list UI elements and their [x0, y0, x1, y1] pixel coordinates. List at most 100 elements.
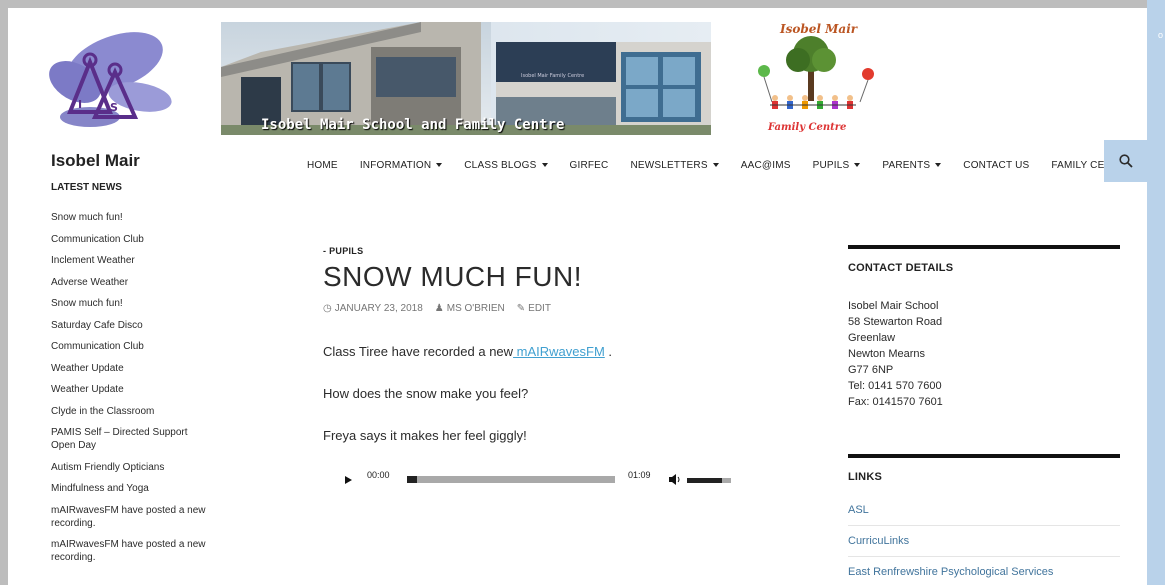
photo-caption: Isobel Mair School and Family Centre: [261, 117, 565, 133]
site-header: I S Isobel Mair Family Centre Isobel Mai…: [8, 8, 1147, 146]
chevron-down-icon: [935, 162, 942, 167]
family-centre-logo-bottom-text: Family Centre: [768, 122, 847, 133]
widget-divider: [848, 454, 1120, 458]
user-icon: ♟: [434, 303, 444, 314]
news-link[interactable]: Snow much fun!: [51, 211, 211, 224]
search-button[interactable]: [1104, 140, 1147, 182]
post-author-text: MS O'BRIEN: [446, 303, 505, 314]
school-logo[interactable]: I S: [30, 32, 180, 132]
news-link[interactable]: Communication Club: [51, 233, 211, 246]
news-link[interactable]: Clyde in the Classroom: [51, 405, 211, 418]
contact-line: Isobel Mair School: [848, 300, 939, 312]
pencil-icon: ✎: [516, 303, 526, 314]
news-link[interactable]: Weather Update: [51, 362, 211, 375]
post-category[interactable]: - PUPILS: [323, 246, 783, 256]
nav-information-label: INFORMATION: [359, 159, 432, 171]
contact-line: Greenlaw: [848, 332, 896, 344]
widget-divider: [848, 245, 1120, 249]
post-article: - PUPILS SNOW MUCH FUN! ◷ JANUARY 23, 201…: [323, 240, 783, 488]
news-link[interactable]: mAIRwavesFM have posted a new recording.: [51, 504, 211, 530]
nav-girfec[interactable]: GIRFEC: [559, 160, 620, 171]
contact-line: Fax: 0141570 7601: [848, 396, 943, 408]
post-meta: ◷ JANUARY 23, 2018 ♟ MS O'BRIEN ✎ EDIT: [323, 303, 783, 314]
nav-newsletters[interactable]: NEWSLETTERS: [619, 160, 729, 171]
post-paragraph: Class Tiree have recorded a new mAIRwave…: [323, 344, 783, 359]
latest-news-heading: LATEST NEWS: [51, 182, 122, 193]
contact-line: Tel: 0141 570 7600: [848, 380, 942, 392]
header-photo: Isobel Mair Family Centre Isobel Mair Sc…: [221, 22, 711, 135]
audio-progress-track: [407, 476, 615, 483]
chevron-down-icon: [854, 162, 861, 167]
search-icon: [1118, 154, 1133, 168]
post-date[interactable]: ◷ JANUARY 23, 2018: [323, 303, 423, 314]
nav-aac-ims-label: AAC@IMS: [740, 159, 791, 171]
links-title: LINKS: [848, 471, 882, 483]
corner-mark: o: [1157, 30, 1163, 40]
nav-aac-ims[interactable]: AAC@IMS: [730, 160, 802, 171]
nav-pupils[interactable]: PUPILS: [802, 160, 872, 171]
news-link[interactable]: Saturday Cafe Disco: [51, 319, 211, 332]
nav-pupils-label: PUPILS: [812, 159, 850, 171]
browser-page: o I S Isobel Mair Family Centre Isobel M…: [0, 0, 1165, 585]
news-link[interactable]: Snow much fun!: [51, 297, 211, 310]
audio-progress-handle: [407, 476, 417, 483]
latest-news-sidebar: LATEST NEWS Snow much fun! Communication…: [51, 182, 211, 573]
link-asl[interactable]: ASL: [848, 495, 1120, 526]
play-icon: [345, 476, 352, 484]
post-date-text: JANUARY 23, 2018: [334, 303, 423, 314]
nav-home[interactable]: HOME: [296, 160, 349, 171]
audio-player-controls[interactable]: 00:00 01:09: [323, 468, 743, 488]
nav-girfec-label: GIRFEC: [569, 159, 609, 171]
nav-contact-us[interactable]: CONTACT US: [952, 160, 1040, 171]
nav-class-blogs[interactable]: CLASS BLOGS: [453, 160, 558, 171]
nav-contact-us-label: CONTACT US: [963, 159, 1030, 171]
nav-information[interactable]: INFORMATION: [349, 160, 453, 171]
page-content: I S Isobel Mair Family Centre Isobel Mai…: [8, 8, 1147, 585]
window-frame-left: [0, 0, 8, 585]
post-author[interactable]: ♟ MS O'BRIEN: [435, 303, 505, 314]
edit-link[interactable]: ✎ EDIT: [517, 303, 551, 314]
post-paragraph: Freya says it makes her feel giggly!: [323, 428, 527, 443]
audio-current-time: 00:00: [367, 470, 390, 480]
news-link[interactable]: Weather Update: [51, 383, 211, 396]
contact-details-title: CONTACT DETAILS: [848, 262, 954, 274]
audio-duration: 01:09: [628, 470, 651, 480]
para1-end: .: [604, 344, 613, 359]
post-title[interactable]: SNOW MUCH FUN!: [323, 261, 783, 293]
para1-text: Class Tiree have recorded a new: [323, 344, 514, 359]
volume-icon: [669, 474, 680, 485]
news-link[interactable]: Inclement Weather: [51, 254, 211, 267]
svg-text:Isobel Mair Family Centre: Isobel Mair Family Centre: [521, 73, 584, 79]
nav-parents[interactable]: PARENTS: [871, 160, 952, 171]
primary-nav: HOME INFORMATION CLASS BLOGS GIRFEC NEWS…: [296, 148, 1144, 182]
nav-newsletters-label: NEWSLETTERS: [630, 159, 708, 171]
family-centre-logo[interactable]: Isobel Mair Family Centre: [750, 22, 880, 140]
link-psychological-services[interactable]: East Renfrewshire Psychological Services: [848, 557, 1120, 585]
tree-children-icon: [758, 36, 874, 109]
svg-text:I: I: [78, 98, 82, 111]
volume-fill: [687, 478, 722, 483]
chevron-down-icon: [712, 162, 719, 167]
news-link[interactable]: Mindfulness and Yoga: [51, 482, 211, 495]
site-title[interactable]: Isobel Mair: [51, 151, 140, 171]
window-frame-top: [0, 0, 1165, 8]
news-link[interactable]: PAMIS Self – Directed Support Open Day: [51, 426, 211, 452]
link-curriculinks[interactable]: CurricuLinks: [848, 526, 1120, 557]
edit-link-text: EDIT: [528, 303, 551, 314]
news-link[interactable]: Communication Club: [51, 340, 211, 353]
mairwavesfm-link[interactable]: mAIRwavesFM: [513, 344, 605, 359]
audio-player: 00:00 01:09: [323, 468, 783, 488]
chevron-down-icon: [436, 162, 443, 167]
nav-home-label: HOME: [307, 159, 338, 171]
clock-icon: ◷: [323, 303, 332, 314]
news-link[interactable]: mAIRwavesFM have posted a new recording.: [51, 538, 211, 564]
contact-line: G77 6NP: [848, 364, 894, 376]
contact-line: Newton Mearns: [848, 348, 926, 360]
nav-parents-label: PARENTS: [882, 159, 931, 171]
right-scroll-panel[interactable]: o: [1147, 0, 1165, 585]
nav-class-blogs-label: CLASS BLOGS: [464, 159, 537, 171]
chevron-down-icon: [541, 162, 548, 167]
news-link[interactable]: Adverse Weather: [51, 276, 211, 289]
news-link[interactable]: Autism Friendly Opticians: [51, 461, 211, 474]
svg-text:S: S: [110, 101, 118, 114]
